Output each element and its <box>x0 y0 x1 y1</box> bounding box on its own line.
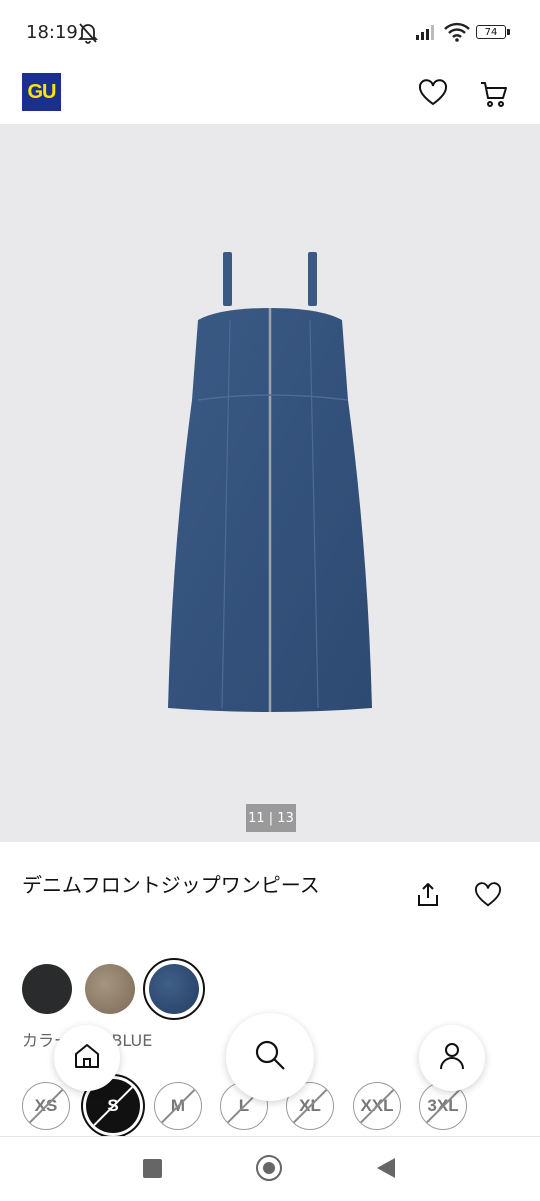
favorite-icon[interactable] <box>474 882 502 912</box>
status-bar: 18:19 74 <box>0 0 540 66</box>
product-image-gallery[interactable]: 11 | 13 <box>0 124 540 842</box>
back-icon[interactable] <box>375 1156 397 1184</box>
cart-icon[interactable] <box>479 79 509 113</box>
size-xs[interactable]: XS <box>22 1082 70 1130</box>
status-time: 18:19 <box>26 22 78 43</box>
home-nav-button[interactable] <box>256 1155 282 1181</box>
product-title: デニムフロントジップワンピース <box>22 873 320 897</box>
heart-icon[interactable] <box>418 79 448 111</box>
wifi-icon <box>444 22 470 46</box>
search-icon <box>253 1038 287 1076</box>
color-swatch-brown[interactable] <box>85 964 135 1014</box>
gu-logo[interactable]: GU <box>22 73 61 111</box>
battery-indicator: 74 <box>476 25 510 39</box>
share-icon[interactable] <box>415 882 441 912</box>
user-icon <box>438 1041 466 1075</box>
color-swatch-black[interactable] <box>22 964 72 1014</box>
size-m[interactable]: M <box>154 1082 202 1130</box>
system-nav-bar <box>0 1136 540 1201</box>
size-xxl[interactable]: XXL <box>353 1082 401 1130</box>
account-button[interactable] <box>419 1025 485 1091</box>
image-counter: 11 | 13 <box>246 804 296 832</box>
home-button[interactable] <box>54 1025 120 1091</box>
search-button[interactable] <box>226 1013 314 1101</box>
app-header: GU <box>0 66 540 124</box>
signal-icon <box>416 24 438 44</box>
recents-button[interactable] <box>143 1159 162 1178</box>
product-photo <box>168 252 372 712</box>
bell-off-icon <box>77 22 99 48</box>
color-swatch-blue[interactable] <box>149 964 199 1014</box>
home-icon <box>72 1041 102 1075</box>
